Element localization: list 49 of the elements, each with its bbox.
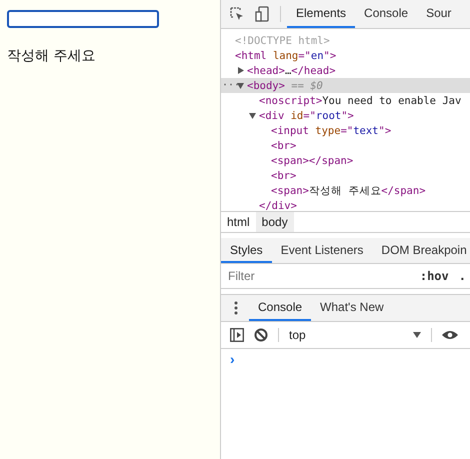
selected-node-marker: ··· — [222, 80, 240, 91]
styles-pane-tab[interactable]: Event Listeners — [272, 238, 372, 263]
clear-console-icon[interactable] — [254, 328, 268, 342]
dom-node-text: <!DOCTYPE html> — [235, 34, 330, 46]
dom-node-row[interactable]: <span>작성해 주세요</span> — [221, 183, 470, 198]
collapsed-triangle-icon[interactable] — [237, 67, 244, 74]
dom-node-text: </div> — [259, 200, 297, 212]
dom-node-row[interactable]: <noscript>You need to enable Jav — [221, 93, 470, 108]
expanded-triangle-icon[interactable] — [249, 112, 256, 119]
hover-state-toggle[interactable]: :hov — [420, 269, 449, 283]
dom-node-row[interactable]: <div id="root"> — [221, 108, 470, 123]
dom-node-text: <div id="root"> — [259, 110, 354, 122]
dom-node-text: <head>…</head> — [247, 64, 336, 76]
dom-node-row[interactable]: <input type="text"> — [221, 123, 470, 138]
dom-node-text: <html lang="en"> — [235, 50, 336, 62]
expanded-triangle-icon[interactable] — [237, 82, 244, 89]
dom-node-row[interactable]: <html lang="en"> — [221, 48, 470, 63]
eye-icon[interactable] — [442, 330, 458, 340]
dom-node-text: <noscript>You need to enable Jav — [259, 94, 462, 106]
styles-pane-tab[interactable]: Styles — [221, 238, 272, 263]
devtools-tab[interactable]: Elements — [287, 0, 356, 28]
dom-node-row[interactable]: <br> — [221, 168, 470, 183]
dom-node-row[interactable]: <br> — [221, 138, 470, 153]
drawer-tab[interactable]: Console — [249, 295, 312, 321]
drawer-tab[interactable]: What's New — [311, 295, 393, 321]
console-prompt[interactable]: › — [221, 349, 244, 369]
dom-node-text: <span></span> — [271, 154, 354, 166]
devtools-tab[interactable]: Console — [355, 0, 418, 28]
styles-pane-tab[interactable]: DOM Breakpoin — [372, 238, 470, 263]
inspect-element-icon[interactable] — [230, 7, 244, 21]
breadcrumb-item[interactable]: html — [221, 212, 256, 232]
devtools-tab[interactable]: Sour — [417, 0, 460, 28]
more-options-icon[interactable] — [234, 301, 238, 315]
dom-node-text: <br> — [271, 170, 296, 182]
dom-node-row[interactable]: ··· <body> == $0 — [221, 78, 470, 93]
dom-node-text: <input type="text"> — [271, 124, 392, 136]
dropdown-caret-icon — [413, 332, 421, 338]
breadcrumb-item[interactable]: body — [256, 212, 294, 232]
dom-node-text: <br> — [271, 140, 296, 152]
dom-node-row[interactable]: <span></span> — [221, 153, 470, 168]
dom-node-row[interactable]: <head>…</head> — [221, 63, 470, 78]
text-input-field[interactable] — [7, 10, 159, 28]
more-toggle[interactable]: . — [458, 269, 466, 283]
device-toolbar-icon[interactable] — [255, 6, 269, 22]
sidebar-toggle-icon[interactable] — [230, 328, 244, 342]
prompt-message: 작성해 주세요 — [7, 47, 96, 65]
dom-node-text: <body> == $0 — [247, 80, 323, 92]
context-dropdown[interactable]: top — [289, 328, 421, 342]
dom-node-text: <span>작성해 주세요</span> — [271, 184, 426, 198]
